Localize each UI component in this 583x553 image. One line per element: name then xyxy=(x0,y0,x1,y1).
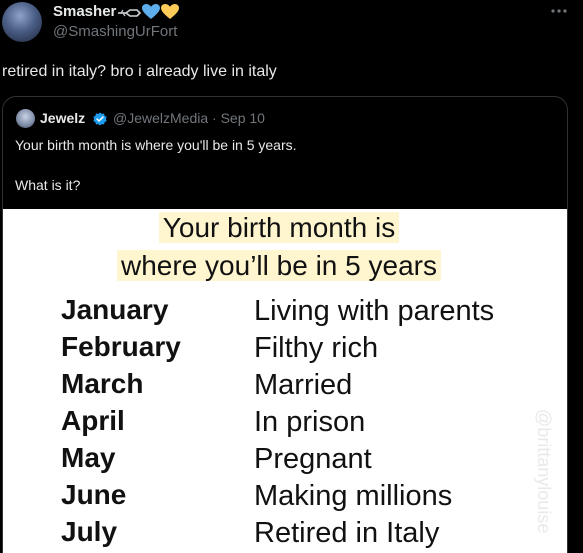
meme-row: February Filthy rich xyxy=(3,331,567,368)
quote-display-name[interactable]: Jewelz xyxy=(40,110,85,126)
avatar[interactable] xyxy=(2,2,42,42)
quote-text-line1: Your birth month is where you'll be in 5… xyxy=(15,137,297,153)
quote-handle-and-date[interactable]: @JewelzMedia · Sep 10 xyxy=(113,110,265,126)
meme-image[interactable]: Your birth month is where you’ll be in 5… xyxy=(3,209,567,553)
meme-month: March xyxy=(61,368,144,399)
quote-tweet-card[interactable]: Jewelz @JewelzMedia · Sep 10 Your birth … xyxy=(2,96,568,553)
meme-title-line1: Your birth month is xyxy=(3,212,561,244)
meme-row: May Pregnant xyxy=(3,442,567,479)
verified-badge-icon xyxy=(92,111,108,127)
meme-month: February xyxy=(61,331,181,362)
meme-month: June xyxy=(61,479,127,510)
meme-fate: In prison xyxy=(254,406,366,438)
quote-text-line2: What is it? xyxy=(15,177,81,193)
meme-fate: Making millions xyxy=(254,480,453,512)
meme-month: July xyxy=(61,516,118,547)
quote-avatar[interactable] xyxy=(16,109,35,128)
meme-row: July Retired in Italy xyxy=(3,516,567,553)
meme-fate: Married xyxy=(254,369,353,401)
more-horizontal-icon[interactable] xyxy=(548,4,570,18)
display-name-text: Smasher xyxy=(53,3,117,20)
meme-month: May xyxy=(61,442,116,473)
meme-month: April xyxy=(61,405,125,436)
watermark: @brittanylouise xyxy=(534,409,554,534)
meme-fate: Living with parents xyxy=(254,295,495,327)
rose-emoji-icon xyxy=(117,5,142,19)
meme-fate: Retired in Italy xyxy=(254,517,440,549)
handle[interactable]: @SmashingUrFort xyxy=(53,23,177,40)
meme-row: April In prison xyxy=(3,405,567,442)
meme-row: March Married xyxy=(3,368,567,405)
meme-month: January xyxy=(61,294,169,325)
meme-title-line1-text: Your birth month is xyxy=(158,212,400,243)
yellow-heart-icon xyxy=(161,3,180,20)
meme-fate: Filthy rich xyxy=(254,332,379,364)
display-name[interactable]: Smasher xyxy=(53,3,180,20)
meme-row: June Making millions xyxy=(3,479,567,516)
meme-fate: Pregnant xyxy=(254,443,372,475)
meme-title-line2: where you’ll be in 5 years xyxy=(3,250,561,282)
tweet-text: retired in italy? bro i already live in … xyxy=(2,63,277,80)
meme-title-line2-text: where you’ll be in 5 years xyxy=(117,250,441,281)
meme-row: January Living with parents xyxy=(3,294,567,331)
blue-heart-icon xyxy=(142,3,161,20)
quote-text: Your birth month is where you'll be in 5… xyxy=(15,135,297,195)
